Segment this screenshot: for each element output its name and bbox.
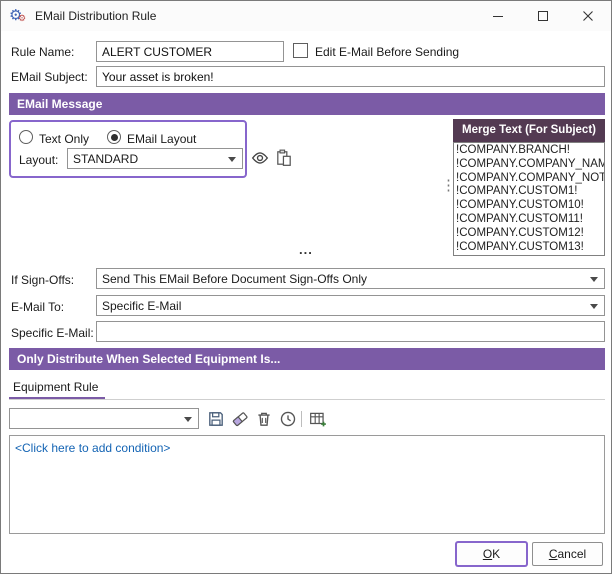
close-icon xyxy=(583,11,594,22)
eraser-icon xyxy=(231,410,249,428)
ok-button[interactable]: OK xyxy=(456,542,527,566)
merge-text-header: Merge Text (For Subject) xyxy=(453,119,605,142)
equipment-rule-dropdown[interactable] xyxy=(9,408,199,429)
save-floppy-icon xyxy=(207,410,225,428)
paste-layout-button[interactable] xyxy=(273,147,295,169)
layout-dropdown-value: STANDARD xyxy=(73,152,138,166)
specific-email-input[interactable] xyxy=(96,321,605,342)
chevron-down-icon xyxy=(590,304,598,309)
chevron-down-icon xyxy=(590,277,598,282)
cancel-button[interactable]: Cancel xyxy=(532,542,603,566)
specific-email-label: Specific E-Mail: xyxy=(11,326,94,340)
delete-rule-button[interactable] xyxy=(253,408,275,430)
chevron-down-icon xyxy=(228,157,236,162)
email-layout-label: EMail Layout xyxy=(127,132,196,146)
email-subject-label: EMail Subject: xyxy=(11,70,88,84)
if-sign-offs-label: If Sign-Offs: xyxy=(11,273,74,287)
equipment-section-header: Only Distribute When Selected Equipment … xyxy=(9,348,605,370)
email-to-label: E-Mail To: xyxy=(11,300,64,314)
layout-label: Layout: xyxy=(19,153,58,167)
table-plus-icon xyxy=(309,410,327,428)
rule-name-input[interactable] xyxy=(96,41,284,62)
if-sign-offs-value: Send This EMail Before Document Sign-Off… xyxy=(102,272,367,286)
merge-item[interactable]: !COMPANY.CUSTOM13! xyxy=(456,241,604,255)
window-title: EMail Distribution Rule xyxy=(35,9,156,23)
text-only-label: Text Only xyxy=(39,132,89,146)
rule-name-label: Rule Name: xyxy=(11,45,74,59)
text-only-radio[interactable] xyxy=(19,130,33,144)
add-condition-link[interactable]: <Click here to add condition> xyxy=(15,441,170,455)
merge-item[interactable]: !COMPANY.CUSTOM1! xyxy=(456,185,604,199)
app-gear-icon: ⚙⚙ xyxy=(9,6,29,26)
clock-icon xyxy=(279,410,297,428)
toolbar-separator xyxy=(301,411,302,427)
maximize-icon xyxy=(538,11,549,22)
if-sign-offs-dropdown[interactable]: Send This EMail Before Document Sign-Off… xyxy=(96,268,605,289)
email-distribution-rule-dialog: { "window": { "title": "EMail Distributi… xyxy=(0,0,612,574)
merge-item[interactable]: !COMPANY.CUSTOM12! xyxy=(456,227,604,241)
maximize-button[interactable] xyxy=(521,1,566,31)
clipboard-icon xyxy=(275,149,293,167)
email-subject-input[interactable] xyxy=(96,66,605,87)
merge-panel-drag-handle[interactable]: ⋮ xyxy=(441,176,456,194)
rule-history-button[interactable] xyxy=(277,408,299,430)
trash-icon xyxy=(255,410,273,428)
email-layout-radio[interactable] xyxy=(107,130,121,144)
close-button[interactable] xyxy=(566,1,611,31)
edit-before-sending-checkbox[interactable] xyxy=(293,43,308,58)
merge-item[interactable]: !COMPANY.CUSTOM11! xyxy=(456,213,604,227)
merge-text-list[interactable]: !COMPANY.BRANCH!!COMPANY.COMPANY_NAME!CO… xyxy=(453,142,605,256)
save-rule-button[interactable] xyxy=(205,408,227,430)
rule-table-add-button[interactable] xyxy=(307,408,329,430)
merge-item[interactable]: !COMPANY.COMPANY_NAME xyxy=(456,158,604,172)
email-to-value: Specific E-Mail xyxy=(102,299,181,313)
eye-icon xyxy=(251,149,269,167)
merge-item[interactable]: !COMPANY.COMPANY_NOTE xyxy=(456,172,604,186)
chevron-down-icon xyxy=(184,417,192,422)
tab-strip-divider xyxy=(9,399,605,400)
edit-before-sending-label: Edit E-Mail Before Sending xyxy=(315,45,459,59)
email-to-dropdown[interactable]: Specific E-Mail xyxy=(96,295,605,316)
minimize-button[interactable] xyxy=(476,1,521,31)
title-bar: ⚙⚙ EMail Distribution Rule xyxy=(1,1,611,31)
clear-rule-button[interactable] xyxy=(229,408,251,430)
email-message-header: EMail Message xyxy=(9,93,605,115)
tab-equipment-rule[interactable]: Equipment Rule xyxy=(13,380,98,394)
merge-item[interactable]: !COMPANY.BRANCH! xyxy=(456,144,604,158)
merge-item[interactable]: !COMPANY.CUSTOM10! xyxy=(456,199,604,213)
splitter-handle[interactable]: ... xyxy=(299,242,313,257)
minimize-icon xyxy=(493,11,504,22)
layout-dropdown[interactable]: STANDARD xyxy=(67,148,243,169)
preview-layout-button[interactable] xyxy=(249,147,271,169)
